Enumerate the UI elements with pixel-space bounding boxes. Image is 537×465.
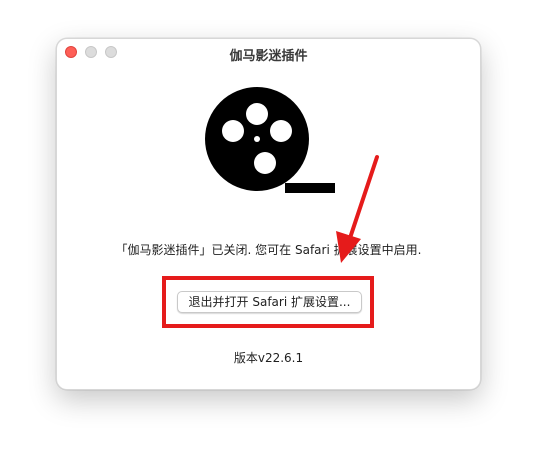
screenshot-stage: 伽马影迷插件 「伽马影迷插件」已关闭. 您可在 Safari 扩展设置中启用. … (0, 0, 537, 465)
red-arrow-icon (336, 155, 379, 263)
